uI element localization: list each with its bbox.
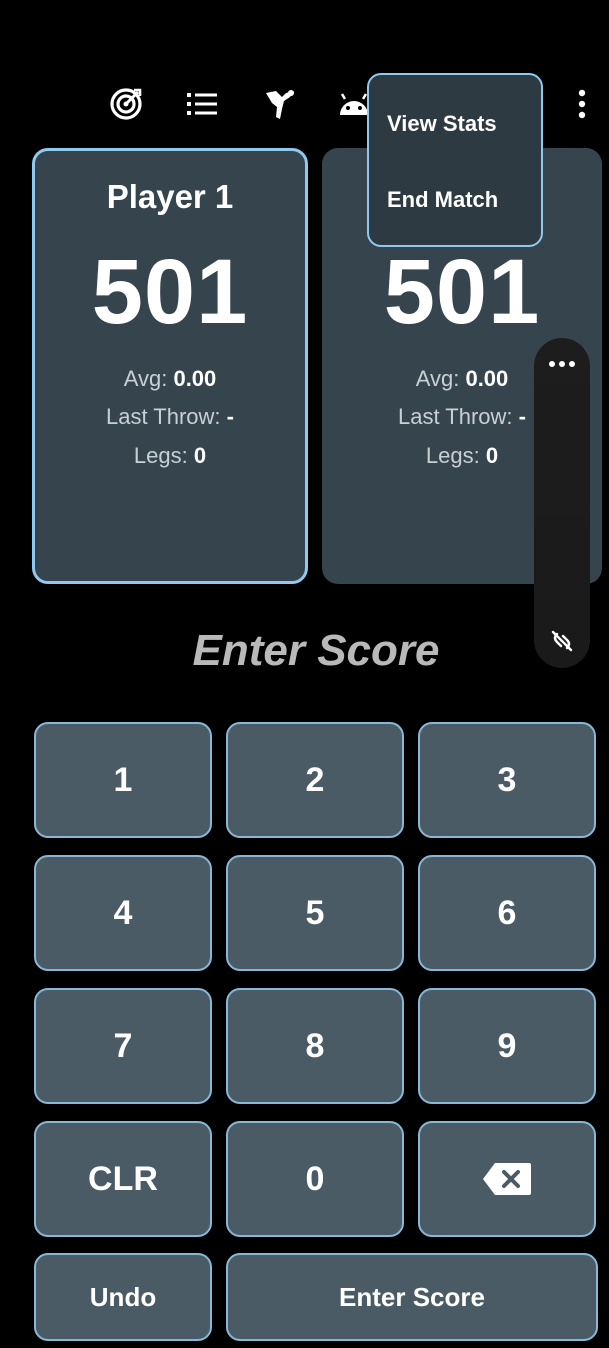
- player-card-1[interactable]: Player 1 501 Avg: 0.00 Last Throw: - Leg…: [32, 148, 308, 584]
- backspace-icon: [483, 1163, 531, 1195]
- key-clear[interactable]: CLR: [34, 1121, 212, 1237]
- list-icon[interactable]: [180, 82, 224, 126]
- player-last-throw: Last Throw: -: [106, 404, 234, 429]
- target-icon[interactable]: [104, 82, 148, 126]
- enter-score-button[interactable]: Enter Score: [226, 1253, 598, 1341]
- overflow-menu: View Stats End Match: [367, 73, 543, 247]
- key-9[interactable]: 9: [418, 988, 596, 1104]
- undo-button[interactable]: Undo: [34, 1253, 212, 1341]
- player-score: 501: [383, 241, 541, 343]
- key-1[interactable]: 1: [34, 722, 212, 838]
- more-vert-icon[interactable]: [560, 82, 604, 126]
- player-score: 501: [91, 241, 249, 343]
- key-3[interactable]: 3: [418, 722, 596, 838]
- menu-item-end-match[interactable]: End Match: [387, 187, 498, 213]
- key-2[interactable]: 2: [226, 722, 404, 838]
- floating-side-panel[interactable]: [534, 338, 590, 668]
- key-8[interactable]: 8: [226, 988, 404, 1104]
- key-0[interactable]: 0: [226, 1121, 404, 1237]
- key-6[interactable]: 6: [418, 855, 596, 971]
- key-5[interactable]: 5: [226, 855, 404, 971]
- key-4[interactable]: 4: [34, 855, 212, 971]
- menu-item-view-stats[interactable]: View Stats: [387, 111, 497, 137]
- player-average: Avg: 0.00: [123, 366, 217, 391]
- link-off-icon[interactable]: [549, 628, 575, 654]
- key-7[interactable]: 7: [34, 988, 212, 1104]
- player-legs: Legs: 0: [133, 443, 207, 468]
- dartboard-player-icon[interactable]: [258, 82, 302, 126]
- player-name: Player 1: [106, 178, 234, 215]
- backspace-button[interactable]: [418, 1121, 596, 1237]
- more-horiz-icon[interactable]: [548, 360, 576, 368]
- score-entry-title: Enter Score: [192, 626, 440, 675]
